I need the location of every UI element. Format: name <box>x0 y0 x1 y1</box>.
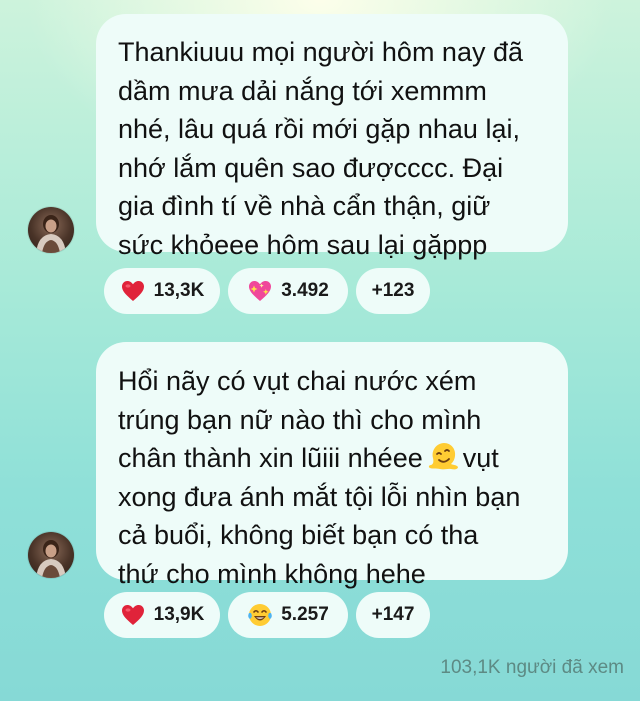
heart-icon <box>120 278 146 304</box>
message-text: Thankiuuu mọi người hôm nay đã dầm mưa d… <box>118 37 523 260</box>
reaction-heart-button[interactable]: 13,9K <box>104 592 220 638</box>
more-reactions-button[interactable]: +123 <box>356 268 430 314</box>
reaction-count: +123 <box>371 280 415 301</box>
avatar-photo-icon <box>36 540 66 578</box>
reaction-laughing-button[interactable]: 5.257 <box>228 592 348 638</box>
more-reactions-button[interactable]: +147 <box>356 592 430 638</box>
laughing-tears-icon <box>247 602 273 628</box>
reaction-count: 5.257 <box>281 604 329 625</box>
message-text: Hổi nãy có vụt chai nước xém trúng bạn n… <box>118 362 548 593</box>
message-bubble[interactable]: Thankiuuu mọi người hôm nay đã dầm mưa d… <box>96 14 568 260</box>
reaction-count: +147 <box>371 604 415 625</box>
sender-avatar[interactable] <box>28 532 74 578</box>
heart-icon <box>120 602 146 628</box>
sparkling-heart-icon <box>247 278 273 304</box>
reaction-sparkling-heart-button[interactable]: 3.492 <box>228 268 348 314</box>
view-count: 103,1K người đã xem <box>440 657 624 678</box>
sender-avatar[interactable] <box>28 207 74 253</box>
reaction-count: 13,9K <box>153 604 205 625</box>
reaction-heart-button[interactable]: 13,3K <box>104 268 220 314</box>
avatar-photo-icon <box>36 215 66 253</box>
melting-face-icon <box>427 440 459 472</box>
message-bubble[interactable]: Hổi nãy có vụt chai nước xém trúng bạn n… <box>96 342 568 589</box>
reaction-count: 13,3K <box>153 280 205 301</box>
reaction-count: 3.492 <box>281 280 329 301</box>
